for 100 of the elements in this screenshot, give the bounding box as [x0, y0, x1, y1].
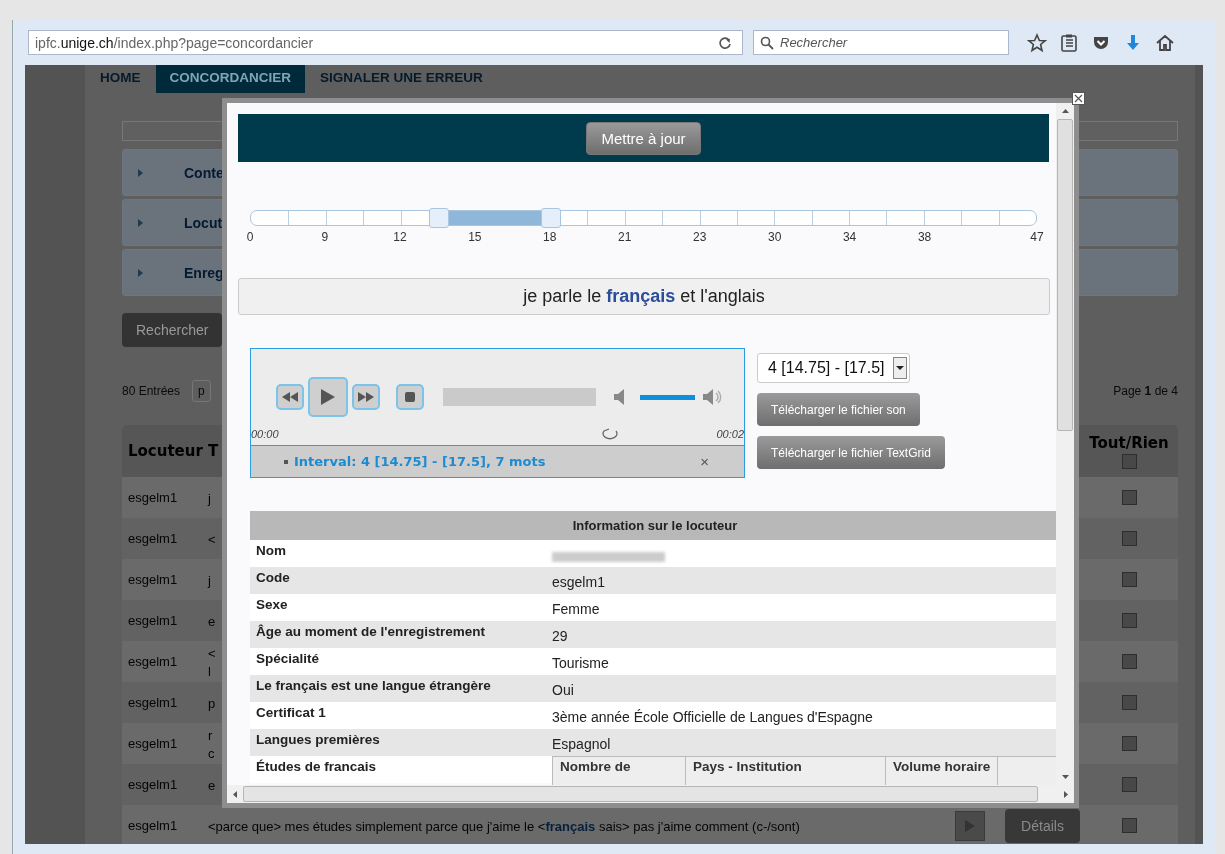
row-checkbox[interactable] — [1121, 531, 1137, 546]
table-cell-text: esgelm1 — [127, 818, 179, 833]
tick-label: 38 — [917, 230, 932, 244]
table-cell: r c — [208, 727, 215, 761]
playlist-item[interactable]: Interval: 4 [14.75] - [17.5], 7 mots — [294, 454, 546, 470]
current-time: 00:00 — [251, 427, 279, 440]
field-label: Nom — [255, 542, 287, 560]
sentence-text: je parle le français et l'anglais — [238, 278, 1050, 315]
fast-forward-button[interactable] — [352, 384, 380, 410]
tick-label: 12 — [393, 230, 407, 244]
field-label: Langues premières — [255, 731, 381, 749]
download-button[interactable]: Télécharger le fichier son — [757, 393, 920, 426]
search-placeholder: Rechercher — [780, 35, 848, 50]
table-cell-text: esgelm1 — [127, 490, 179, 505]
field-label: Études de francais — [255, 758, 378, 776]
field-label: Âge au moment de l'enregistrement — [255, 623, 486, 641]
range-slider[interactable] — [250, 210, 1037, 226]
field-value: Espagnol — [552, 735, 611, 754]
stop-button[interactable] — [396, 384, 424, 410]
nav-tab[interactable]: SIGNALER UNE ERREUR — [317, 65, 486, 93]
horizontal-scrollbar[interactable] — [227, 785, 1074, 803]
close-icon[interactable] — [1072, 92, 1085, 105]
fast-forward-icon — [358, 392, 374, 402]
field-label: Le français est une langue étrangère — [255, 677, 492, 695]
row-checkbox[interactable] — [1121, 695, 1137, 710]
search-field[interactable]: Rechercher — [753, 30, 1009, 55]
scroll-right-icon[interactable] — [1064, 790, 1068, 798]
column-header: T — [208, 442, 219, 460]
table-cell-text: esgelm1 — [127, 613, 179, 628]
rewind-icon — [282, 392, 298, 402]
tick-label: 34 — [842, 230, 857, 244]
pagination-text: Page 1 de 4 — [1113, 384, 1178, 398]
field-value: 3ème année École Officielle de Langues d'Espagne — [552, 708, 873, 727]
tick-label: 9 — [321, 230, 329, 244]
vertical-scrollbar[interactable] — [1056, 103, 1074, 785]
bullet-icon — [284, 459, 288, 464]
select-all-checkbox[interactable] — [1121, 453, 1137, 469]
volume-icon[interactable] — [703, 389, 723, 405]
tick-label: 15 — [468, 230, 482, 244]
interval-select[interactable]: 4 [14.75] - [17.5] — [757, 353, 910, 383]
repeat-icon[interactable] — [599, 426, 621, 441]
table-cell-text: esgelm1 — [127, 654, 179, 669]
address-bar[interactable]: ipfc.unige.ch/index.php?page=concordancier — [28, 30, 743, 55]
table-cell-text: esgelm1 — [127, 777, 179, 792]
nav-tab[interactable]: CONCORDANCIER — [155, 65, 305, 93]
download-button[interactable]: Télécharger le fichier TextGrid — [757, 436, 945, 469]
row-checkbox[interactable] — [1121, 777, 1137, 792]
field-label: Certificat 1 — [255, 704, 327, 722]
table-cell: p — [208, 695, 216, 711]
row-checkbox[interactable] — [1121, 818, 1137, 833]
reload-icon[interactable] — [718, 35, 732, 50]
row-checkbox[interactable] — [1121, 572, 1137, 587]
scroll-down-icon[interactable] — [1061, 775, 1069, 779]
slider-handle[interactable] — [541, 208, 562, 228]
update-button[interactable]: Mettre à jour — [586, 121, 701, 155]
slider-handle[interactable] — [428, 208, 449, 228]
remove-button[interactable]: × — [700, 453, 709, 471]
scroll-left-icon[interactable] — [233, 790, 237, 798]
table-cell: j — [208, 490, 211, 506]
row-checkbox[interactable] — [1121, 613, 1137, 628]
entries-count: 80 Entrées — [122, 384, 181, 398]
caret-icon — [138, 168, 144, 177]
play-button[interactable] — [955, 810, 985, 841]
nav-tab[interactable]: HOME — [97, 65, 144, 93]
field-value: Tourisme — [552, 654, 609, 673]
play-icon — [321, 389, 335, 405]
home-icon[interactable] — [1155, 32, 1175, 53]
search-icon — [760, 35, 774, 50]
row-checkbox[interactable] — [1121, 736, 1137, 751]
row-checkbox[interactable] — [1121, 654, 1137, 669]
column-header: Locuteur — [127, 442, 204, 460]
caret-icon — [138, 218, 144, 227]
url-text: ipfc.unige.ch/index.php?page=concordancier — [35, 34, 315, 51]
field-label: Sexe — [255, 596, 289, 614]
volume-slider[interactable] — [640, 394, 695, 400]
page-size-select[interactable]: p — [192, 380, 211, 402]
table-title: Information sur le locuteur — [250, 511, 1056, 540]
tick-label: 47 — [1030, 230, 1044, 244]
search-button[interactable]: Rechercher — [122, 313, 223, 347]
reading-list-icon[interactable] — [1059, 32, 1079, 53]
star-icon[interactable] — [1027, 32, 1047, 53]
details-button[interactable]: Détails — [1005, 808, 1080, 843]
tick-label: 18 — [543, 230, 557, 244]
tick-label: 21 — [618, 230, 632, 244]
tick-label: 23 — [693, 230, 707, 244]
table-cell-text: esgelm1 — [127, 736, 179, 751]
table-cell: j — [208, 572, 211, 588]
row-checkbox[interactable] — [1121, 490, 1137, 505]
table-cell: e — [208, 777, 216, 793]
play-button[interactable] — [308, 377, 348, 417]
rewind-button[interactable] — [276, 384, 304, 410]
field-value: Oui — [552, 681, 574, 700]
field-value: 29 — [552, 627, 568, 646]
field-value: esgelm1 — [552, 573, 605, 592]
tick-label: 30 — [768, 230, 782, 244]
tick-label: 0 — [246, 230, 254, 244]
scroll-up-icon[interactable] — [1061, 109, 1069, 113]
caret-icon — [138, 268, 144, 277]
column-header: Tout/Rien — [1089, 433, 1169, 452]
field-label: Code — [255, 569, 291, 587]
